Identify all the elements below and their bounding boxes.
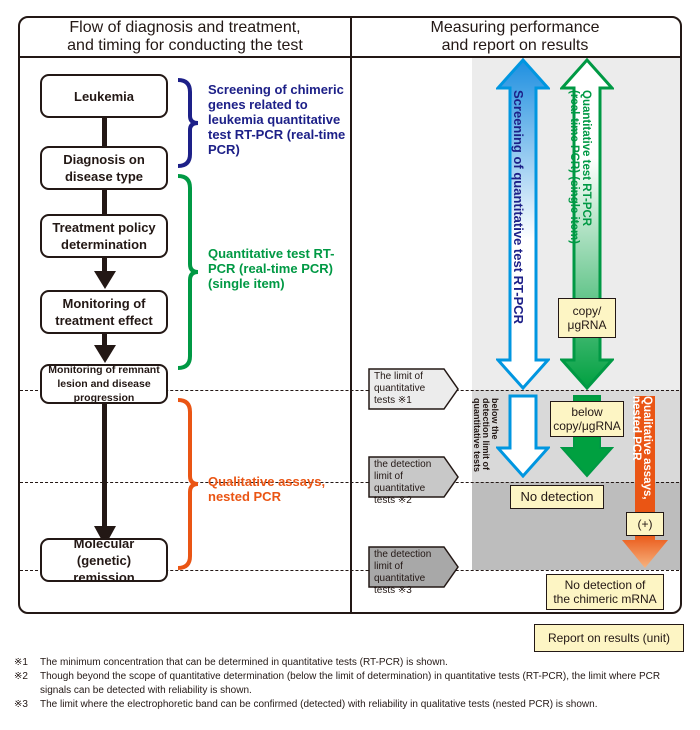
flow-step-molecular-remission: Molecular (genetic) remission	[40, 536, 168, 585]
below-detection-label: below the detection limit of quantitativ…	[472, 398, 500, 473]
limit-sign-label: the detection limit of quantitative test…	[374, 459, 432, 506]
footnote-text: Though beyond the scope of quantitative …	[40, 671, 661, 696]
result-positive: (+)	[626, 512, 664, 536]
qualitative-arrow-label: Qualitative assays, nested PCR	[630, 396, 653, 500]
footnote-text: The minimum concentration that can be de…	[40, 657, 448, 668]
flow-step-leukemia: Leukemia	[40, 74, 168, 118]
footnote-text: The limit where the electrophoretic band…	[40, 699, 598, 710]
footnote: ※2 Though beyond the scope of quantitativ…	[14, 670, 694, 698]
footnote-mark: ※1	[14, 657, 28, 668]
flow-step-label: Leukemia	[74, 88, 134, 104]
result-below-copy: below copy/μgRNA	[550, 401, 624, 437]
result-no-chimeric-mrna: No detection of the chimeric mRNA	[546, 574, 664, 610]
footnote: ※3 The limit where the electrophoretic ba…	[14, 698, 694, 712]
connector-line	[102, 188, 107, 216]
flow-step-label: Molecular (genetic) remission	[73, 535, 135, 585]
result-copy-per-ugrna: copy/ μgRNA	[558, 298, 616, 338]
flow-step-diagnosis: Diagnosis on disease type	[40, 146, 168, 190]
flow-step-monitoring-remnant: Monitoring of remnant lesion and disease…	[40, 364, 168, 404]
limit-sign-detection-2: the detection limit of quantitative test…	[368, 456, 460, 506]
footnote-mark: ※3	[14, 699, 28, 710]
screening-arrow-label: Screening of quantitative test RT-PCR	[511, 90, 526, 325]
flow-step-treatment-policy: Treatment policy determination	[40, 214, 168, 258]
limit-sign-label: the detection limit of quantitative test…	[374, 549, 432, 596]
flow-step-label: Diagnosis on disease type	[63, 152, 145, 184]
footnotes: ※1 The minimum concentration that can be …	[14, 656, 694, 712]
bracket-label-screening: Screening of chimeric genes related to l…	[208, 82, 346, 157]
header-flow-text: Flow of diagnosis and treatment, and tim…	[67, 19, 303, 54]
limit-line-2	[20, 482, 680, 483]
header-flow: Flow of diagnosis and treatment, and tim…	[20, 18, 352, 58]
flow-step-label: Monitoring of treatment effect	[55, 296, 153, 328]
report-results-legend: Report on results (unit)	[534, 624, 684, 652]
flow-step-label: Monitoring of remnant lesion and disease…	[48, 364, 160, 404]
flow-step-monitoring-effect: Monitoring of treatment effect	[40, 290, 168, 334]
header-performance: Measuring performance and report on resu…	[350, 18, 680, 58]
below-limit-blue-arrow-icon	[496, 394, 550, 478]
limit-sign-label: The limit of quantitative tests ※1	[374, 371, 426, 406]
column-divider	[350, 56, 352, 612]
diagram-frame: Flow of diagnosis and treatment, and tim…	[18, 16, 682, 614]
limit-sign-quantitative: The limit of quantitative tests ※1	[368, 368, 460, 410]
result-no-detection: No detection	[510, 485, 604, 509]
bracket-screening-icon	[177, 78, 199, 168]
flow-arrow-down-icon	[94, 398, 116, 546]
footnote: ※1 The minimum concentration that can be …	[14, 656, 694, 670]
header-performance-text: Measuring performance and report on resu…	[430, 19, 600, 54]
bracket-quantitative-icon	[177, 174, 199, 370]
limit-sign-detection-3: the detection limit of quantitative test…	[368, 546, 460, 596]
bracket-label-quantitative: Quantitative test RT-PCR (real-time PCR)…	[208, 246, 335, 291]
quantitative-arrow-label: Quantitative test RT-PCR (real-time PCR)…	[568, 90, 592, 244]
flow-step-label: Treatment policy determination	[52, 220, 156, 252]
bracket-qualitative-icon	[177, 398, 199, 570]
connector-line	[102, 118, 107, 148]
bracket-label-qualitative: Qualitative assays, nested PCR	[208, 474, 326, 504]
footnote-mark: ※2	[14, 671, 28, 682]
